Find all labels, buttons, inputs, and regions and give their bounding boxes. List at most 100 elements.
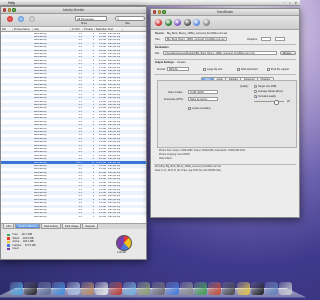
video-codec-select[interactable]: H.264 (x264) bbox=[188, 90, 218, 94]
process-cpu: 0.0 bbox=[78, 209, 82, 211]
picture-settings-icon[interactable] bbox=[202, 19, 210, 26]
inspect-icon[interactable] bbox=[18, 16, 24, 22]
wifi-icon[interactable]: ◔ bbox=[283, 1, 285, 5]
process-filter-select[interactable]: All Processes bbox=[75, 16, 107, 21]
process-threads: 1 bbox=[92, 171, 94, 174]
show-caption: Show bbox=[81, 22, 87, 25]
browse-button[interactable]: Browse... bbox=[280, 51, 296, 55]
destination-file-input[interactable]: /Users/fanomeunoy/Desktop/Big_Buck_Bunny… bbox=[163, 51, 277, 55]
process-threads: 2 bbox=[92, 66, 94, 69]
close-button[interactable] bbox=[153, 10, 157, 14]
start-button-icon[interactable] bbox=[164, 19, 172, 26]
process-cpu: 0.0 bbox=[78, 192, 82, 195]
minimize-button[interactable] bbox=[157, 10, 161, 14]
col-real-mem[interactable]: Real Mem bbox=[95, 27, 107, 31]
process-user: fanomeunoy bbox=[34, 202, 47, 205]
zoom-button[interactable] bbox=[162, 10, 166, 14]
show-queue-icon[interactable] bbox=[193, 19, 200, 26]
framerate-select[interactable]: Same as source bbox=[188, 97, 218, 101]
memory-pie-chart bbox=[116, 235, 132, 251]
menu-help[interactable]: Help bbox=[8, 1, 15, 5]
target-size-radio[interactable] bbox=[254, 85, 257, 88]
trash-icon[interactable] bbox=[278, 282, 292, 295]
two-pass-checkbox[interactable] bbox=[188, 107, 191, 110]
process-user: fanomeunoy bbox=[34, 103, 47, 106]
chapter-end-select[interactable] bbox=[275, 37, 285, 41]
filter-search-input[interactable]: ⚲ bbox=[115, 16, 145, 21]
spotlight-icon[interactable]: ⚲ bbox=[295, 1, 297, 5]
quality-slider-knob[interactable] bbox=[274, 100, 279, 105]
finder-icon[interactable] bbox=[10, 282, 23, 295]
pause-button-icon[interactable] bbox=[174, 19, 181, 26]
source-button-icon[interactable] bbox=[155, 19, 162, 26]
utorrent-icon[interactable] bbox=[194, 282, 208, 295]
minimize-button[interactable] bbox=[7, 8, 11, 12]
zoom-button[interactable] bbox=[12, 8, 16, 12]
address-book-icon[interactable] bbox=[80, 282, 94, 295]
close-button[interactable] bbox=[3, 8, 7, 12]
chrome-icon[interactable] bbox=[236, 282, 250, 295]
dashboard-icon[interactable] bbox=[24, 282, 38, 295]
add-to-queue-icon[interactable] bbox=[183, 19, 191, 26]
ical-icon[interactable] bbox=[94, 282, 108, 295]
handbrake-body: Source: Big_Buck_Bunny_1080p_surround_Fr… bbox=[151, 30, 299, 217]
title-label: Title: bbox=[155, 38, 161, 41]
avg-bitrate-radio[interactable] bbox=[254, 90, 257, 93]
process-user: fanomeunoy bbox=[34, 80, 47, 83]
process-threads: 1 bbox=[92, 76, 94, 79]
col-pid[interactable]: PID bbox=[1, 27, 13, 31]
process-kind: Intel (64 bit) bbox=[108, 56, 121, 59]
process-real-mem: 1.4 MB bbox=[98, 127, 106, 130]
terminal-icon[interactable] bbox=[250, 282, 264, 295]
mission-control-icon[interactable] bbox=[38, 282, 52, 295]
process-user: fanomeunoy bbox=[34, 212, 47, 215]
web-optimized-checkbox[interactable] bbox=[237, 68, 240, 71]
process-cpu: 0.1 bbox=[78, 63, 82, 66]
title-select[interactable]: Big_Buck_Bunny_1080p_surround_FrostWire.… bbox=[165, 37, 227, 41]
col-user[interactable]: User bbox=[33, 27, 71, 31]
photo-icon[interactable] bbox=[137, 282, 151, 295]
photo-booth-icon[interactable] bbox=[109, 282, 123, 295]
handbrake-titlebar[interactable]: HandBrake bbox=[151, 9, 299, 16]
filter-caption: Filter bbox=[125, 22, 131, 25]
facetime-icon[interactable] bbox=[151, 282, 165, 295]
process-cpu: 0.0 bbox=[78, 175, 82, 178]
col-process-name[interactable]: Process Name bbox=[13, 27, 33, 31]
downloads-icon[interactable] bbox=[264, 282, 278, 295]
process-user: fanomeunoy bbox=[34, 46, 47, 49]
chapter-start-select[interactable] bbox=[261, 37, 271, 41]
activity-monitor-window: Activity Monitor All Processes Show ⚲ Fi… bbox=[0, 6, 147, 260]
col-kind[interactable]: Kind bbox=[107, 27, 123, 31]
quality-slider[interactable] bbox=[254, 100, 284, 105]
col-threads[interactable]: Threads bbox=[83, 27, 95, 31]
video-filters-text: Video Filters: bbox=[159, 158, 173, 160]
process-user: fanomeunoy bbox=[34, 114, 47, 117]
col-cpu[interactable]: % CPU bbox=[71, 27, 83, 31]
system-preferences-icon[interactable] bbox=[179, 282, 193, 295]
activity-monitor-icon[interactable] bbox=[222, 282, 236, 295]
format-select[interactable]: MP4 file bbox=[167, 67, 189, 71]
process-real-mem: 8.0 MB bbox=[98, 80, 106, 83]
quit-process-icon[interactable] bbox=[7, 16, 13, 22]
table-row[interactable]: fanomeunoy 0.0 1 1.8 MB Intel (64 bit) bbox=[1, 215, 146, 218]
handbrake-icon[interactable] bbox=[208, 282, 222, 295]
process-kind: Intel (64 bit) bbox=[108, 144, 121, 147]
constant-quality-radio[interactable] bbox=[254, 95, 257, 98]
itunes-icon[interactable] bbox=[123, 282, 137, 295]
sample-process-icon[interactable] bbox=[29, 16, 35, 22]
process-threads: 2 bbox=[92, 56, 94, 59]
volume-icon[interactable]: ◖ bbox=[289, 1, 291, 5]
process-real-mem: 3.7 MB bbox=[98, 175, 106, 178]
process-user: fanomeunoy bbox=[34, 42, 47, 45]
safari-icon[interactable] bbox=[52, 282, 66, 295]
app-store-icon[interactable] bbox=[165, 282, 179, 295]
process-user: fanomeunoy bbox=[34, 59, 47, 62]
mail-icon[interactable] bbox=[66, 282, 80, 295]
process-user: fanomeunoy bbox=[34, 120, 47, 123]
process-user: fanomeunoy bbox=[34, 185, 47, 188]
activity-monitor-titlebar[interactable]: Activity Monitor bbox=[1, 7, 146, 14]
process-user: fanomeunoy bbox=[34, 56, 47, 59]
process-cpu: 0.0 bbox=[78, 185, 82, 188]
ipod-checkbox[interactable] bbox=[267, 68, 270, 71]
large-file-checkbox[interactable] bbox=[203, 68, 206, 71]
